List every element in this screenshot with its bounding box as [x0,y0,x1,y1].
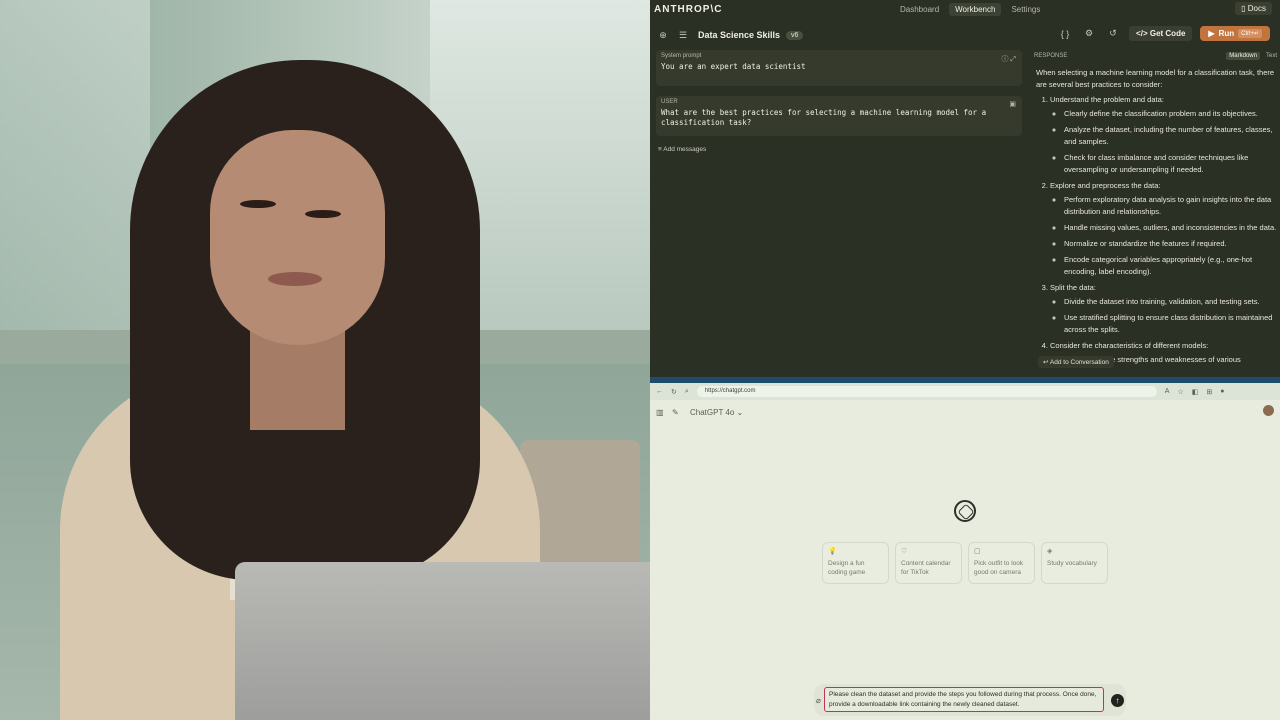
back-icon[interactable]: ← [656,388,663,395]
top-nav: ANTHROP\C Dashboard Workbench Settings ▯… [650,0,1280,18]
openai-logo-icon [954,500,976,522]
add-to-conversation-button[interactable]: ↩ Add to Conversation [1038,356,1114,368]
model-selector[interactable]: ChatGPT 4o ⌄ [690,408,743,417]
run-shortcut: Ctrl+↵ [1238,29,1262,38]
list-icon[interactable]: ☰ [676,30,690,41]
response-bullet: Use stratified splitting to ensure class… [1064,312,1278,336]
markdown-toggle[interactable]: Markdown [1226,52,1260,60]
suggestion-text: Study vocabulary [1047,559,1097,567]
url-field[interactable]: https://chatgpt.com [696,386,1157,397]
expand-icon[interactable]: ⓘ ⤢ [1001,54,1016,64]
avatar[interactable] [1263,405,1274,416]
docs-button[interactable]: ▯ Docs [1235,2,1272,15]
nav-workbench[interactable]: Workbench [949,2,1002,16]
run-button[interactable]: ▶ Run Ctrl+↵ [1200,26,1270,41]
response-bullet: Check for class imbalance and consider t… [1064,152,1278,176]
sidebar-toggle-icon[interactable]: ▥ [656,408,664,417]
model-label: ChatGPT 4o [690,408,735,417]
extensions-icon[interactable]: ◧ [1192,388,1199,396]
suggestion-cards: 💡 Design a fun coding game ♡ Content calend… [822,542,1108,584]
suggestion-card[interactable]: ♡ Content calendar for TikTok [895,542,962,584]
system-prompt-box[interactable]: System prompt You are an expert data sci… [656,50,1022,86]
send-button[interactable]: ↑ [1111,694,1124,707]
suggestion-card[interactable]: ◈ Study vocabulary [1041,542,1108,584]
image-icon: ▢ [974,548,981,555]
response-bullet: Analyze the dataset, including the numbe… [1064,124,1278,148]
profile-icon[interactable]: ● [1220,388,1224,396]
suggestion-card[interactable]: 💡 Design a fun coding game [822,542,889,584]
run-label: Run [1218,29,1235,38]
response-intro: When selecting a machine learning model … [1036,68,1275,89]
add-icon[interactable]: ⊕ [656,30,670,41]
system-prompt-label: System prompt [661,53,702,59]
response-panel: RESPONSE Markdown Text When selecting a … [1034,52,1280,372]
attach-icon[interactable]: ⌀ [816,696,821,705]
collections-icon[interactable]: ⊞ [1206,388,1212,396]
anthropic-workbench: ANTHROP\C Dashboard Workbench Settings ▯… [650,0,1280,377]
chatgpt-page: ▥ ✎ ChatGPT 4o ⌄ 💡 Design a fun coding ga… [650,400,1280,720]
response-steps: Understand the problem and data: Clearly … [1036,94,1278,366]
response-bullet: Normalize or standardize the features if… [1064,238,1278,250]
response-step-title: Split the data: [1050,283,1096,292]
project-title[interactable]: Data Science Skills [698,30,780,40]
user-message-text[interactable]: What are the best practices for selectin… [661,108,1017,128]
nav-settings[interactable]: Settings [1005,3,1046,16]
docs-label: Docs [1247,4,1266,13]
new-chat-icon[interactable]: ✎ [672,408,679,417]
response-step: Split the data: Divide the dataset into t… [1050,282,1278,336]
laptop [235,562,650,720]
response-bullet: Perform exploratory data analysis to gai… [1064,194,1278,218]
anthropic-logo: ANTHROP\C [654,3,723,15]
composer: ⌀ Please clean the dataset and provide t… [814,684,1126,716]
response-step-title: Consider the characteristics of differen… [1050,341,1209,350]
address-bar-row: ← ↻ ⌕ https://chatgpt.com A ☆ ◧ ⊞ ● [650,383,1280,400]
response-bullet: Handle missing values, outliers, and inc… [1064,222,1278,234]
add-messages-button[interactable]: ≡ Add messages [658,146,706,153]
browser-window: ← ↻ ⌕ https://chatgpt.com A ☆ ◧ ⊞ ● ▥ ✎ … [650,377,1280,720]
response-step-title: Explore and preprocess the data: [1050,181,1161,190]
system-prompt-text[interactable]: You are an expert data scientist [661,62,1017,72]
response-bullet: Clearly define the classification proble… [1064,108,1278,120]
add-messages-label: Add messages [663,146,707,153]
woman-at-laptop-photo [0,0,650,720]
response-step-title: Understand the problem and data: [1050,95,1164,104]
image-icon[interactable]: ▣ [1009,100,1016,108]
response-step: Explore and preprocess the data: Perform … [1050,180,1278,278]
lightbulb-icon: 💡 [828,548,837,555]
version-badge: v6 [786,30,804,40]
response-bullet: Divide the dataset into training, valida… [1064,296,1278,308]
response-step: Understand the problem and data: Clearly … [1050,94,1278,176]
get-code-button[interactable]: </> Get Code [1129,26,1193,41]
text-toggle[interactable]: Text [1263,52,1280,60]
user-label: USER [661,99,678,105]
sliders-icon[interactable]: ⚙ [1081,28,1097,39]
favorite-icon[interactable]: ☆ [1177,388,1183,396]
reload-icon[interactable]: ↻ [671,388,677,396]
screen: ANTHROP\C Dashboard Workbench Settings ▯… [0,0,1280,720]
search-icon[interactable]: ⌕ [685,388,689,396]
prompt-input[interactable]: Please clean the dataset and provide the… [824,687,1104,712]
suggestion-text: Pick outfit to look good on camera [974,559,1024,576]
user-message-box[interactable]: USER What are the best practices for sel… [656,96,1022,136]
suggestion-text: Design a fun coding game [828,559,866,576]
braces-icon[interactable]: { } [1057,29,1073,39]
add-to-conversation-label: Add to Conversation [1049,359,1109,366]
chat-icon: ♡ [901,548,908,555]
workbench-toolbar: ⊕ ☰ Data Science Skills v6 { } ⚙ ↺ </> G… [650,24,1280,46]
read-aloud-icon[interactable]: A [1165,388,1170,396]
suggestion-text: Content calendar for TikTok [901,559,951,576]
response-label: RESPONSE [1034,53,1068,59]
response-bullet: Encode categorical variables appropriate… [1064,254,1278,278]
response-body: When selecting a machine learning model … [1034,67,1280,366]
suggestion-card[interactable]: ▢ Pick outfit to look good on camera [968,542,1035,584]
nav-dashboard[interactable]: Dashboard [894,3,945,16]
history-icon[interactable]: ↺ [1105,28,1121,39]
get-code-label: Get Code [1149,29,1186,38]
book-icon: ◈ [1047,548,1053,555]
